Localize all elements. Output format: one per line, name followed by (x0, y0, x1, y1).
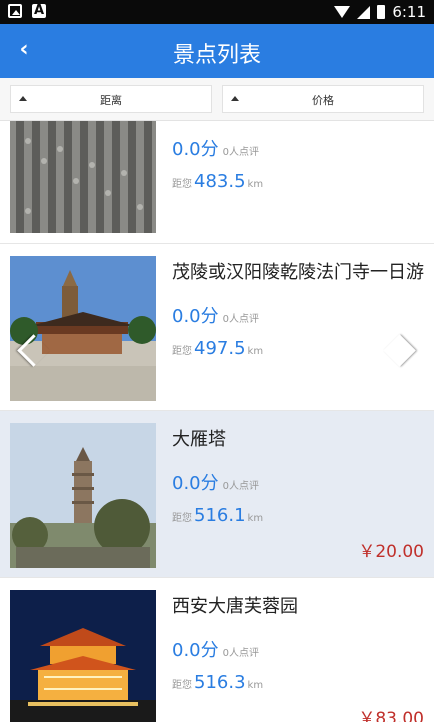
spot-score: 0.0分 0人点评 (172, 473, 260, 494)
spot-name: 茂陵或汉阳陵乾陵法门寺一日游 (172, 262, 424, 283)
spot-item[interactable]: 0.0分 0人点评 距您 483.5 km (0, 121, 434, 243)
spot-thumbnail (10, 256, 156, 401)
sort-distance-button[interactable]: 距离 (10, 85, 212, 113)
spot-thumbnail (10, 121, 156, 233)
sort-distance-label: 距离 (100, 94, 122, 107)
app-notification-icon: A (32, 3, 46, 18)
spot-distance: 距您 516.3 km (172, 672, 264, 693)
spot-thumbnail (10, 590, 156, 722)
signal-icon (357, 5, 371, 19)
spot-name: 西安大唐芙蓉园 (172, 596, 298, 617)
status-time: 6:11 (392, 3, 426, 21)
spot-name: 大雁塔 (172, 429, 226, 450)
spot-thumbnail (10, 423, 156, 568)
status-bar: A 6:11 (0, 0, 434, 24)
wifi-icon (334, 6, 351, 18)
spot-score: 0.0分 0人点评 (172, 306, 260, 327)
carousel-prev-button[interactable] (12, 330, 42, 370)
sort-price-button[interactable]: 价格 (222, 85, 424, 113)
spot-distance: 距您 516.1 km (172, 505, 264, 526)
filter-bar: 距离 价格 (0, 78, 434, 121)
battery-icon (377, 5, 386, 19)
app-bar: ‹ 景点列表 (0, 24, 434, 78)
spot-score: 0.0分 0人点评 (172, 139, 260, 160)
carousel-next-button[interactable] (388, 330, 418, 370)
spot-list[interactable]: 0.0分 0人点评 距您 483.5 km 茂陵或汉阳陵乾陵法门寺一日游 0.0分 0人… (0, 121, 434, 722)
spot-item[interactable]: 西安大唐芙蓉园 0.0分 0人点评 距您 516.3 km ￥83.00 (0, 578, 434, 722)
page-title: 景点列表 (172, 43, 261, 68)
image-notification-icon (8, 4, 22, 18)
spot-distance: 距您 497.5 km (172, 338, 264, 359)
spot-price: ￥20.00 (358, 542, 424, 562)
spot-price: ￥83.00 (358, 709, 424, 722)
spot-score: 0.0分 0人点评 (172, 640, 260, 661)
spot-distance: 距您 483.5 km (172, 171, 264, 192)
spot-item[interactable]: 大雁塔 0.0分 0人点评 距您 516.1 km ￥20.00 (0, 411, 434, 577)
spot-item[interactable]: 茂陵或汉阳陵乾陵法门寺一日游 0.0分 0人点评 距您 497.5 km (0, 244, 434, 410)
sort-price-label: 价格 (312, 94, 334, 107)
